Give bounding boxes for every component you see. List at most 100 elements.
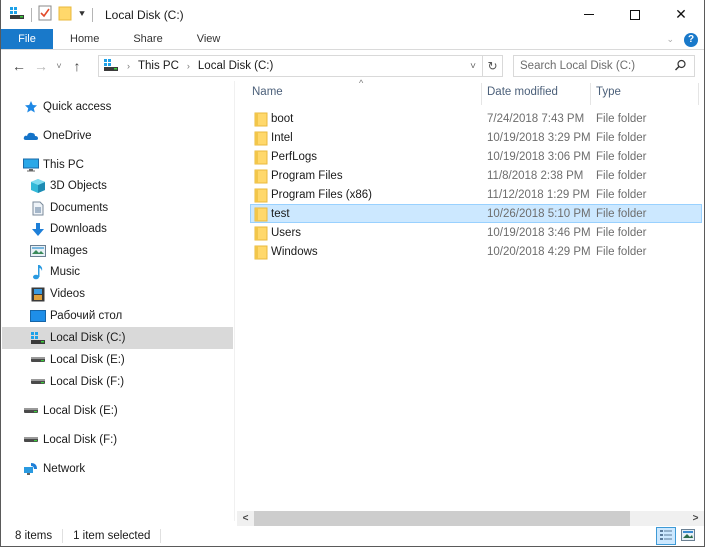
- scroll-left-icon[interactable]: <: [237, 511, 254, 526]
- file-type: File folder: [596, 226, 647, 239]
- item-count: 8 items: [15, 530, 53, 542]
- file-row-program-files-x86[interactable]: Program Files (x86) 11/12/2018 1:29 PM Fil…: [250, 185, 702, 204]
- folder-icon: [254, 130, 270, 146]
- file-date-modified: 10/26/2018 5:10 PM: [487, 207, 591, 220]
- windows-drive-icon: [30, 330, 46, 346]
- refresh-button[interactable]: ↻: [482, 56, 502, 76]
- recent-locations-button[interactable]: ˅: [52, 55, 66, 77]
- file-row-users[interactable]: Users 10/19/2018 3:46 PM File folder: [250, 223, 702, 242]
- sidebar-item-this-pc[interactable]: This PC: [2, 154, 233, 176]
- expand-ribbon-icon[interactable]: ⌄: [666, 34, 674, 45]
- file-row-test[interactable]: test 10/26/2018 5:10 PM File folder: [250, 204, 702, 223]
- details-view-button[interactable]: [656, 527, 676, 545]
- file-type: File folder: [596, 207, 647, 220]
- sidebar-item-downloads[interactable]: Downloads: [2, 218, 233, 240]
- properties-icon[interactable]: [38, 5, 52, 24]
- sidebar-item-videos[interactable]: Videos: [2, 283, 233, 305]
- column-divider[interactable]: [590, 83, 591, 105]
- navigation-pane: Quick access OneDrive This PC 3D Objects…: [2, 81, 235, 521]
- tab-share[interactable]: Share: [116, 29, 179, 49]
- toolbar-divider: [31, 7, 32, 22]
- large-icons-view-button[interactable]: [678, 527, 698, 545]
- column-divider[interactable]: [481, 83, 482, 105]
- column-header-type[interactable]: Type: [596, 86, 621, 98]
- search-input[interactable]: [514, 60, 669, 72]
- sidebar-item-local-disk-e[interactable]: Local Disk (E:): [2, 349, 233, 371]
- window-title: Local Disk (C:): [105, 7, 184, 22]
- file-name: boot: [271, 112, 294, 125]
- sidebar-item-images[interactable]: Images: [2, 240, 233, 262]
- scrollbar-thumb[interactable]: [254, 511, 630, 526]
- sidebar-item-desktop[interactable]: Рабочий стол: [2, 305, 233, 327]
- drive-icon: [23, 403, 39, 419]
- breadcrumb-separator-icon[interactable]: ›: [127, 61, 130, 71]
- scroll-right-icon[interactable]: >: [687, 511, 704, 526]
- status-bar: 8 items 1 item selected: [1, 526, 704, 546]
- help-icon[interactable]: ?: [684, 32, 698, 47]
- file-row-intel[interactable]: Intel 10/19/2018 3:29 PM File folder: [250, 128, 702, 147]
- chevron-down-icon: ˅: [56, 61, 62, 71]
- column-header-name[interactable]: Name: [252, 86, 283, 98]
- file-name: PerfLogs: [271, 150, 318, 163]
- file-explorer-window: ⯆ Local Disk (C:) ✕ File Home Share View…: [0, 0, 705, 547]
- quick-access-toolbar: ⯆: [1, 0, 99, 29]
- sidebar-item-quick-access[interactable]: Quick access: [2, 96, 233, 118]
- file-type: File folder: [596, 245, 647, 258]
- cloud-icon: [23, 128, 39, 144]
- status-divider: [62, 529, 64, 543]
- tab-file[interactable]: File: [1, 29, 53, 49]
- sidebar-item-local-disk-e-root[interactable]: Local Disk (E:): [2, 400, 233, 422]
- new-folder-icon[interactable]: [58, 5, 72, 24]
- search-icon[interactable]: [674, 59, 687, 75]
- tab-home[interactable]: Home: [53, 29, 116, 49]
- breadcrumb-separator-icon[interactable]: ›: [187, 61, 190, 71]
- tab-view[interactable]: View: [180, 29, 238, 49]
- close-button[interactable]: ✕: [658, 0, 704, 29]
- folder-icon: [254, 111, 270, 127]
- file-type: File folder: [596, 169, 647, 182]
- customize-toolbar-icon[interactable]: ⯆: [78, 9, 86, 20]
- file-date-modified: 10/19/2018 3:46 PM: [487, 226, 591, 239]
- file-date-modified: 10/19/2018 3:29 PM: [487, 131, 591, 144]
- title-bar: ⯆ Local Disk (C:) ✕: [1, 0, 704, 29]
- file-row-windows[interactable]: Windows 10/20/2018 4:29 PM File folder: [250, 242, 702, 261]
- back-arrow-icon: ←: [12, 58, 26, 74]
- breadcrumb-local-disk-c[interactable]: Local Disk (C:): [198, 60, 273, 72]
- up-button[interactable]: ↑: [66, 55, 88, 77]
- address-history-button[interactable]: ˅: [464, 56, 482, 76]
- search-box[interactable]: [513, 55, 695, 77]
- drive-app-icon: [9, 6, 25, 23]
- sidebar-item-music[interactable]: Music: [2, 261, 233, 283]
- monitor-icon: [23, 157, 39, 173]
- download-arrow-icon: [30, 221, 46, 237]
- sidebar-item-documents[interactable]: Documents: [2, 197, 233, 219]
- sort-ascending-icon: ^: [359, 78, 364, 88]
- sidebar-item-local-disk-f[interactable]: Local Disk (F:): [2, 371, 233, 393]
- minimize-button[interactable]: [566, 0, 612, 29]
- address-bar[interactable]: › This PC › Local Disk (C:) ˅ ↻: [98, 55, 503, 77]
- back-button[interactable]: ←: [8, 55, 30, 77]
- folder-icon: [254, 187, 270, 203]
- sidebar-item-3d-objects[interactable]: 3D Objects: [2, 175, 233, 197]
- maximize-button[interactable]: [612, 0, 658, 29]
- sidebar-item-onedrive[interactable]: OneDrive: [2, 125, 233, 147]
- folder-icon: [254, 244, 270, 260]
- column-header-date-modified[interactable]: Date modified: [487, 86, 558, 98]
- column-divider[interactable]: [698, 83, 699, 105]
- sidebar-item-local-disk-c[interactable]: Local Disk (C:): [2, 327, 233, 349]
- sidebar-item-network[interactable]: Network: [2, 458, 233, 480]
- status-divider: [160, 529, 162, 543]
- file-row-perflogs[interactable]: PerfLogs 10/19/2018 3:06 PM File folder: [250, 147, 702, 166]
- folder-icon: [254, 168, 270, 184]
- forward-button[interactable]: →: [30, 55, 52, 77]
- file-name: Program Files (x86): [271, 188, 372, 201]
- breadcrumb-this-pc[interactable]: This PC: [138, 60, 179, 72]
- file-date-modified: 10/19/2018 3:06 PM: [487, 150, 591, 163]
- minimize-icon: [584, 14, 594, 15]
- selection-count: 1 item selected: [73, 530, 151, 542]
- horizontal-scrollbar[interactable]: < >: [237, 511, 704, 526]
- file-row-program-files[interactable]: Program Files 11/8/2018 2:38 PM File folde…: [250, 166, 702, 185]
- sidebar-item-local-disk-f-root[interactable]: Local Disk (F:): [2, 429, 233, 451]
- file-type: File folder: [596, 188, 647, 201]
- file-row-boot[interactable]: boot 7/24/2018 7:43 PM File folder: [250, 109, 702, 128]
